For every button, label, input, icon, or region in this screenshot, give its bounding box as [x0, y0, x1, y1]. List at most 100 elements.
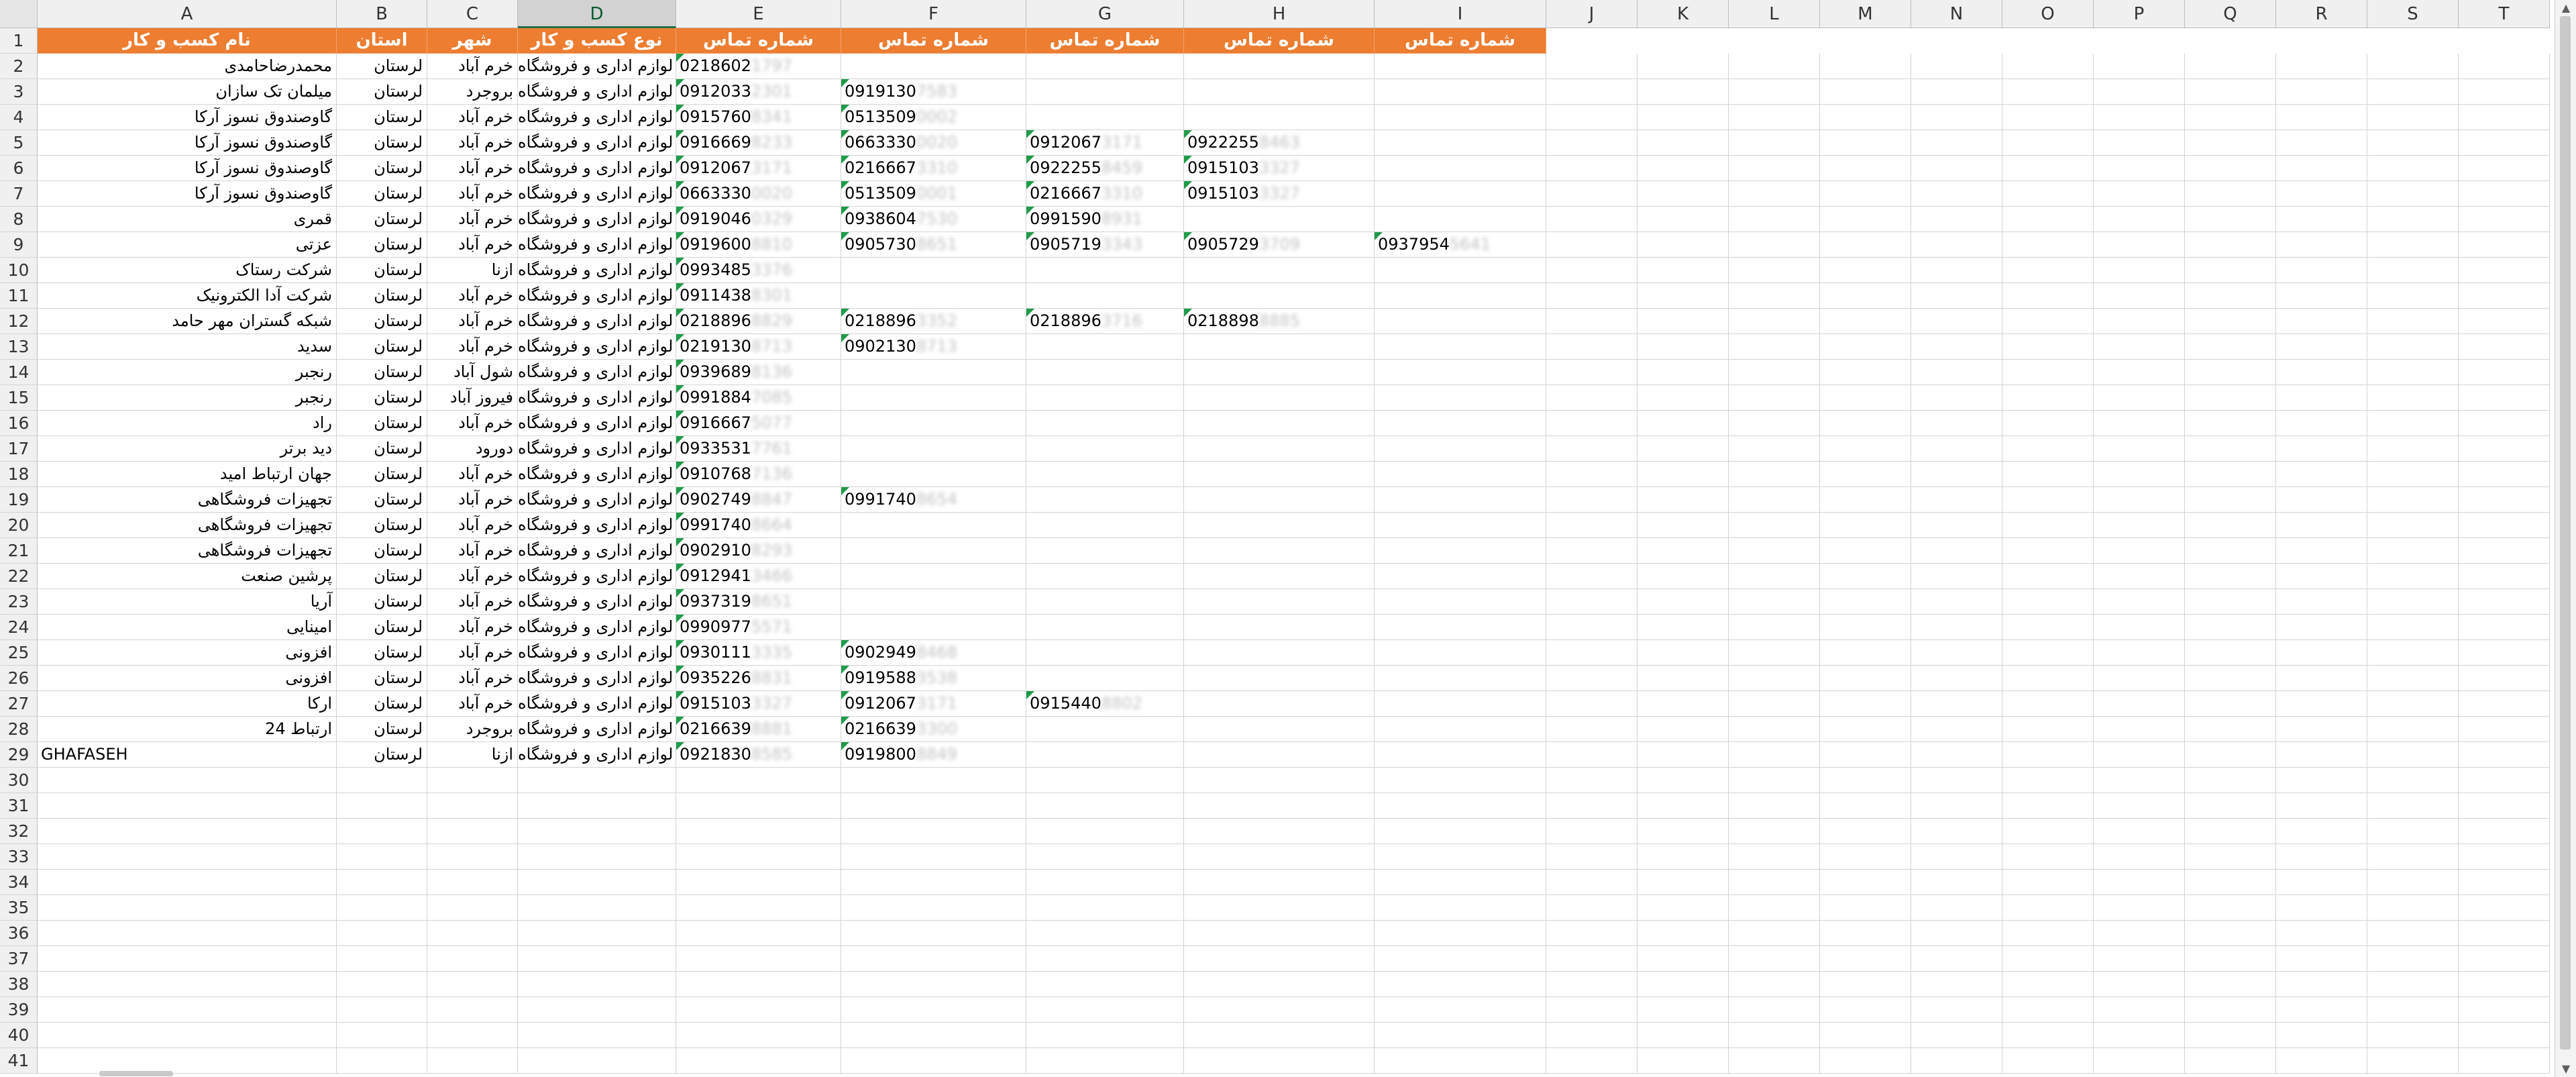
- empty-cell[interactable]: [676, 946, 841, 972]
- phone-cell[interactable]: 09373198651: [676, 589, 841, 615]
- empty-cell[interactable]: [1820, 54, 1911, 79]
- phone-cell[interactable]: 06633300020: [676, 181, 841, 207]
- empty-cell[interactable]: [2185, 156, 2276, 181]
- empty-cell[interactable]: [427, 793, 518, 819]
- empty-cell[interactable]: [2185, 334, 2276, 360]
- business-type-cell[interactable]: لوازم اداری و فروشگاه: [518, 156, 676, 181]
- empty-cell[interactable]: [38, 819, 337, 844]
- empty-cell[interactable]: [841, 768, 1026, 793]
- business-name-cell[interactable]: تجهیزات فروشگاهی: [38, 538, 337, 564]
- empty-cell[interactable]: [1375, 946, 1546, 972]
- empty-cell[interactable]: [2367, 207, 2459, 232]
- empty-cell[interactable]: [1026, 436, 1184, 462]
- empty-cell[interactable]: [2367, 79, 2459, 105]
- number-stored-as-text-indicator-icon[interactable]: [676, 309, 684, 317]
- column-header-q[interactable]: Q: [2185, 0, 2276, 28]
- number-stored-as-text-indicator-icon[interactable]: [841, 156, 849, 164]
- empty-cell[interactable]: [2459, 360, 2550, 385]
- empty-cell[interactable]: [518, 895, 676, 921]
- phone-cell[interactable]: 09191307583: [841, 79, 1026, 105]
- row-header-5[interactable]: 5: [0, 130, 38, 156]
- number-stored-as-text-indicator-icon[interactable]: [676, 411, 684, 419]
- empty-cell[interactable]: [1911, 79, 2002, 105]
- empty-cell[interactable]: [2185, 666, 2276, 691]
- city-cell[interactable]: دورود: [427, 436, 518, 462]
- empty-cell[interactable]: [1026, 411, 1184, 436]
- column-header-f[interactable]: F: [841, 0, 1026, 28]
- city-cell[interactable]: خرم آباد: [427, 283, 518, 309]
- empty-cell[interactable]: [2276, 870, 2367, 895]
- column-header-r[interactable]: R: [2276, 0, 2367, 28]
- empty-cell[interactable]: [2094, 513, 2185, 538]
- empty-cell[interactable]: [1729, 207, 1820, 232]
- empty-cell[interactable]: [2276, 819, 2367, 844]
- empty-cell[interactable]: [2276, 411, 2367, 436]
- empty-cell[interactable]: [2276, 1023, 2367, 1048]
- province-cell[interactable]: لرستان: [337, 232, 427, 258]
- empty-cell[interactable]: [1729, 793, 1820, 819]
- phone-cell[interactable]: 09057308651: [841, 232, 1026, 258]
- empty-cell[interactable]: [2276, 207, 2367, 232]
- empty-cell[interactable]: [2367, 309, 2459, 334]
- empty-cell[interactable]: [1729, 1048, 1820, 1074]
- empty-cell[interactable]: [2185, 462, 2276, 487]
- business-type-cell[interactable]: لوازم اداری و فروشگاه: [518, 411, 676, 436]
- empty-cell[interactable]: [1375, 768, 1546, 793]
- business-name-cell[interactable]: قمری: [38, 207, 337, 232]
- row-header-22[interactable]: 22: [0, 564, 38, 589]
- empty-cell[interactable]: [427, 870, 518, 895]
- empty-cell[interactable]: [2367, 691, 2459, 717]
- empty-cell[interactable]: [1546, 895, 1638, 921]
- empty-cell[interactable]: [841, 513, 1026, 538]
- header-cell-i[interactable]: شماره تماس: [1375, 28, 1546, 54]
- empty-cell[interactable]: [1184, 1048, 1375, 1074]
- empty-cell[interactable]: [2002, 691, 2094, 717]
- empty-cell[interactable]: [2367, 870, 2459, 895]
- empty-cell[interactable]: [2094, 385, 2185, 411]
- empty-cell[interactable]: [518, 997, 676, 1023]
- phone-cell[interactable]: 09151033327: [1184, 156, 1375, 181]
- row-header-15[interactable]: 15: [0, 385, 38, 411]
- business-name-cell[interactable]: گاوصندوق نسوز آرکا: [38, 130, 337, 156]
- empty-cell[interactable]: [2002, 436, 2094, 462]
- number-stored-as-text-indicator-icon[interactable]: [841, 666, 849, 674]
- empty-cell[interactable]: [2459, 742, 2550, 768]
- empty-cell[interactable]: [841, 921, 1026, 946]
- empty-cell[interactable]: [2276, 309, 2367, 334]
- row-header-34[interactable]: 34: [0, 870, 38, 895]
- empty-cell[interactable]: [2367, 921, 2459, 946]
- empty-cell[interactable]: [1375, 615, 1546, 640]
- empty-cell[interactable]: [1729, 844, 1820, 870]
- row-header-31[interactable]: 31: [0, 793, 38, 819]
- province-cell[interactable]: لرستان: [337, 513, 427, 538]
- empty-cell[interactable]: [1911, 564, 2002, 589]
- city-cell[interactable]: خرم آباد: [427, 589, 518, 615]
- number-stored-as-text-indicator-icon[interactable]: [676, 691, 684, 699]
- empty-cell[interactable]: [518, 946, 676, 972]
- empty-cell[interactable]: [676, 844, 841, 870]
- business-name-cell[interactable]: ارکا: [38, 691, 337, 717]
- empty-cell[interactable]: [1184, 793, 1375, 819]
- empty-cell[interactable]: [1820, 207, 1911, 232]
- empty-cell[interactable]: [2459, 921, 2550, 946]
- empty-cell[interactable]: [1375, 972, 1546, 997]
- empty-cell[interactable]: [1026, 538, 1184, 564]
- empty-cell[interactable]: [676, 997, 841, 1023]
- header-cell-d[interactable]: نوع کسب و کار: [518, 28, 676, 54]
- empty-cell[interactable]: [1184, 972, 1375, 997]
- province-cell[interactable]: لرستان: [337, 105, 427, 130]
- empty-cell[interactable]: [2367, 232, 2459, 258]
- empty-cell[interactable]: [1546, 640, 1638, 666]
- empty-cell[interactable]: [1026, 742, 1184, 768]
- empty-cell[interactable]: [1911, 54, 2002, 79]
- number-stored-as-text-indicator-icon[interactable]: [1026, 691, 1034, 699]
- business-name-cell[interactable]: سدید: [38, 334, 337, 360]
- city-cell[interactable]: خرم آباد: [427, 156, 518, 181]
- empty-cell[interactable]: [1546, 513, 1638, 538]
- empty-cell[interactable]: [1729, 640, 1820, 666]
- empty-cell[interactable]: [2276, 666, 2367, 691]
- empty-cell[interactable]: [1375, 54, 1546, 79]
- empty-cell[interactable]: [2185, 615, 2276, 640]
- empty-cell[interactable]: [2185, 819, 2276, 844]
- phone-cell[interactable]: 09029108293: [676, 538, 841, 564]
